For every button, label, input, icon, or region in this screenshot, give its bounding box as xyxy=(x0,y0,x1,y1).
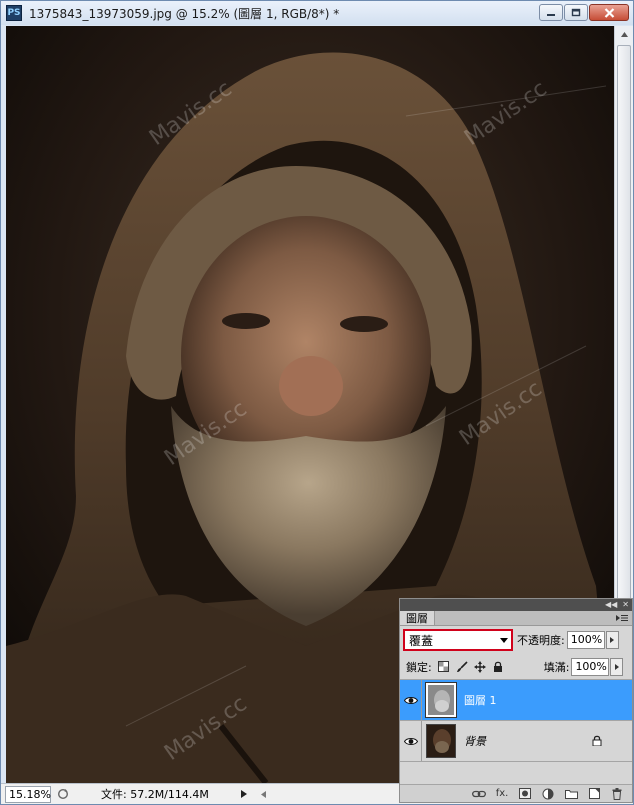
layers-panel: ◀◀ ✕ 圖層 覆蓋 不透明度: 100% 鎖定: 填滿: 100% 圖層 1 … xyxy=(399,598,633,803)
blend-mode-select[interactable]: 覆蓋 xyxy=(403,629,513,651)
lock-icon xyxy=(493,661,502,672)
panel-close-icon[interactable]: ✕ xyxy=(622,601,629,609)
scroll-up-button[interactable] xyxy=(615,26,633,43)
opacity-label: 不透明度: xyxy=(517,634,565,647)
layer-thumbnail xyxy=(426,724,456,758)
panel-header-bar[interactable]: ◀◀ ✕ xyxy=(400,599,632,611)
close-icon xyxy=(604,7,614,18)
lock-position-button[interactable] xyxy=(473,660,486,673)
layers-empty-area[interactable] xyxy=(400,762,632,780)
layers-panel-toolbar: fx. xyxy=(400,784,632,802)
triangle-right-icon xyxy=(240,790,247,798)
layer-name[interactable]: 背景 xyxy=(464,733,486,749)
layer-visibility-toggle[interactable] xyxy=(400,680,422,720)
chevron-down-icon xyxy=(500,637,508,643)
opacity-input[interactable]: 100% xyxy=(566,631,605,649)
new-group-button[interactable] xyxy=(564,787,578,801)
adjustment-icon xyxy=(542,788,554,799)
link-layers-button[interactable] xyxy=(472,787,486,801)
document-window: PS 1375843_13973059.jpg @ 15.2% (圖層 1, R… xyxy=(0,0,634,805)
brush-icon xyxy=(456,660,468,672)
trash-icon xyxy=(612,787,622,800)
lock-all-button[interactable] xyxy=(492,661,504,673)
arrow-left-icon xyxy=(261,790,267,798)
status-menu-button[interactable] xyxy=(55,786,71,802)
layer-locked-indicator xyxy=(592,735,602,749)
lock-fill-row: 鎖定: 填滿: 100% xyxy=(400,654,632,680)
restore-button[interactable] xyxy=(564,4,588,21)
fill-label: 填滿: xyxy=(543,660,570,674)
panel-tab-strip: 圖層 xyxy=(400,611,632,626)
move-icon xyxy=(473,660,486,673)
close-button[interactable] xyxy=(589,4,629,21)
layer-thumbnail-image xyxy=(428,685,454,715)
eye-icon xyxy=(403,737,418,745)
folder-icon xyxy=(564,789,578,799)
layer-name[interactable]: 圖層 1 xyxy=(464,692,497,708)
fill-input[interactable]: 100% xyxy=(571,657,610,676)
delete-layer-button[interactable] xyxy=(610,787,624,801)
layer-thumbnail-image xyxy=(427,725,455,757)
panel-menu-button[interactable] xyxy=(616,613,628,626)
photoshop-app-icon: PS xyxy=(6,5,22,21)
triangle-right-icon xyxy=(610,637,615,643)
lock-options xyxy=(438,660,504,673)
layer-thumbnail xyxy=(425,682,457,718)
fill-control: 填滿: 100% xyxy=(540,657,624,676)
new-layer-icon xyxy=(588,788,600,799)
minimize-button[interactable] xyxy=(539,4,563,21)
adjustment-layer-button[interactable] xyxy=(541,787,555,801)
lock-icon xyxy=(592,735,602,747)
minimize-icon xyxy=(547,13,555,16)
refresh-icon xyxy=(57,788,69,800)
new-layer-button[interactable] xyxy=(587,787,601,801)
lock-label: 鎖定: xyxy=(406,660,432,674)
checkerboard-icon xyxy=(438,661,450,672)
link-icon xyxy=(472,790,486,797)
title-bar[interactable]: PS 1375843_13973059.jpg @ 15.2% (圖層 1, R… xyxy=(1,1,633,25)
layer-row[interactable]: 圖層 1 xyxy=(400,680,632,721)
tab-layers[interactable]: 圖層 xyxy=(400,611,435,625)
document-size-info: 文件: 57.2M/114.4M xyxy=(101,788,209,801)
layer-row[interactable]: 背景 xyxy=(400,721,632,762)
collapse-panel-icon[interactable]: ◀◀ xyxy=(605,601,617,609)
mask-icon xyxy=(519,788,531,799)
opacity-slider-button[interactable] xyxy=(605,631,619,649)
arrow-up-icon xyxy=(620,32,628,37)
lock-transparent-pixels-button[interactable] xyxy=(438,661,450,673)
add-mask-button[interactable] xyxy=(518,787,532,801)
scroll-left-button[interactable] xyxy=(257,786,271,802)
lock-image-pixels-button[interactable] xyxy=(456,660,468,673)
zoom-level-field[interactable]: 15.18% xyxy=(5,785,51,803)
window-title: 1375843_13973059.jpg @ 15.2% (圖層 1, RGB/… xyxy=(29,6,340,21)
layer-style-button[interactable]: fx. xyxy=(495,787,509,801)
layer-visibility-toggle[interactable] xyxy=(400,721,422,761)
eye-icon xyxy=(403,696,418,704)
status-info-menu-button[interactable] xyxy=(237,786,251,802)
blend-opacity-row: 覆蓋 不透明度: 100% xyxy=(400,626,632,654)
panel-menu-icon xyxy=(616,615,628,621)
blend-mode-value: 覆蓋 xyxy=(409,633,434,648)
window-controls xyxy=(539,4,629,21)
restore-icon xyxy=(571,8,581,17)
triangle-right-icon xyxy=(614,663,619,670)
fill-slider-button[interactable] xyxy=(610,657,624,676)
